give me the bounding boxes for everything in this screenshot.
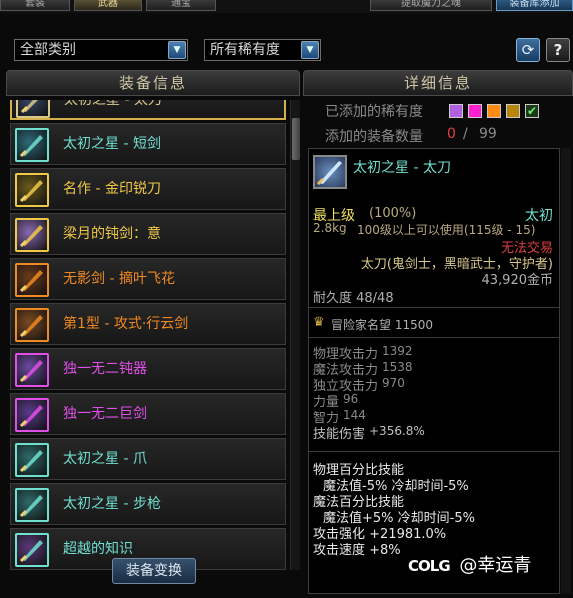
item-grade-percent: (100%) bbox=[369, 206, 417, 221]
checkmark-icon[interactable]: ✔ bbox=[525, 104, 539, 118]
divider bbox=[309, 307, 559, 308]
tab-1[interactable]: 武器 bbox=[74, 0, 142, 11]
rarity-summary: 已添加的稀有度 ✔ 添加的装备数量 0 / 99 bbox=[303, 98, 573, 146]
rarity-swatch[interactable] bbox=[468, 104, 482, 118]
divider bbox=[309, 451, 559, 452]
category-dropdown[interactable]: 全部类别 ▼ bbox=[14, 39, 188, 61]
equipment-list-item[interactable]: 名作 - 金印锐刀 bbox=[10, 168, 286, 210]
equipment-list-item[interactable]: 太初之星 - 太刀 bbox=[10, 100, 286, 120]
item-level-requirement: 100级以上可以使用(115级 - 15) bbox=[357, 223, 536, 237]
equipment-name: 太初之星 - 爪 bbox=[63, 451, 147, 467]
equipment-info-header: 装备信息 bbox=[6, 70, 300, 96]
medal-icon: ♛ bbox=[313, 315, 325, 330]
added-count-separator: / bbox=[463, 126, 468, 142]
tab-3[interactable]: 提取魔力之魂 bbox=[370, 0, 492, 11]
rarity-dropdown-value: 所有稀有度 bbox=[210, 42, 280, 58]
item-durability: 耐久度 48/48 bbox=[313, 291, 394, 306]
shadow-sword-icon bbox=[15, 263, 49, 297]
help-button[interactable]: ? bbox=[546, 38, 570, 62]
tab-2[interactable]: 通宝 bbox=[146, 0, 216, 11]
blunt-sword-icon bbox=[15, 218, 49, 252]
refresh-button[interactable]: ⟳ bbox=[516, 38, 540, 62]
item-fame: 冒险家名望 11500 bbox=[331, 318, 433, 332]
item-name: 太初之星 - 太刀 bbox=[353, 160, 451, 176]
golden-blade-icon bbox=[15, 173, 49, 207]
equipment-list-item[interactable]: 第1型 - 攻式·行云剑 bbox=[10, 303, 286, 345]
katana-icon bbox=[16, 100, 50, 118]
skill-bonus-line: 攻击速度 +8% bbox=[313, 543, 401, 558]
equipment-list-item[interactable]: 太初之星 - 步枪 bbox=[10, 483, 286, 525]
colg-logo: COLG bbox=[408, 557, 451, 575]
watermark: COLG @幸运青 bbox=[408, 552, 568, 580]
stat-value: 1538 bbox=[382, 360, 413, 374]
equipment-name: 太初之星 - 步枪 bbox=[63, 496, 161, 512]
equipment-info-panel: 装备信息 太初之星 - 太刀太初之星 - 短剑 名作 - 金印锐刀 梁月的钝剑：意无… bbox=[6, 70, 300, 598]
equipment-name: 无影剑 - 摘叶飞花 bbox=[63, 271, 175, 287]
stat-value: 96 bbox=[343, 392, 359, 406]
knowledge-icon bbox=[15, 533, 49, 567]
equipment-list-item[interactable]: 太初之星 - 短剑 bbox=[10, 123, 286, 165]
added-count-value: 0 bbox=[447, 126, 456, 142]
stat-value: +356.8% bbox=[369, 424, 425, 438]
divider bbox=[309, 337, 559, 338]
equipment-name: 太初之星 - 太刀 bbox=[64, 100, 162, 108]
cloud-sword-icon bbox=[15, 308, 49, 342]
chevron-down-icon[interactable]: ▼ bbox=[168, 41, 186, 59]
stat-value: 1392 bbox=[382, 344, 413, 358]
katana-icon bbox=[313, 155, 347, 189]
equipment-name: 梁月的钝剑：意 bbox=[63, 226, 161, 242]
added-count-max: 99 bbox=[479, 126, 497, 142]
category-dropdown-value: 全部类别 bbox=[20, 42, 76, 58]
detail-info-panel: 详细信息 已添加的稀有度 ✔ 添加的装备数量 0 / 99 太初之星 - 太刀 … bbox=[303, 70, 573, 598]
item-weight: 2.8kg bbox=[313, 221, 347, 235]
equipment-list-scrollbar[interactable] bbox=[290, 100, 300, 570]
scrollbar-thumb[interactable] bbox=[292, 118, 300, 160]
equipment-list-item[interactable]: 太初之星 - 爪 bbox=[10, 438, 286, 480]
equipment-name: 独一无二巨剑 bbox=[63, 406, 147, 422]
equipment-list-item[interactable]: 无影剑 - 摘叶飞花 bbox=[10, 258, 286, 300]
top-tab-bar: 套装 武器 通宝 提取魔力之魂 装备库添加 bbox=[0, 0, 573, 13]
rarity-swatch[interactable] bbox=[506, 104, 520, 118]
rarity-swatch[interactable] bbox=[487, 104, 501, 118]
tab-4[interactable]: 装备库添加 bbox=[496, 0, 573, 11]
equipment-list-item[interactable]: 独一无二巨剑 bbox=[10, 393, 286, 435]
equipment-name: 第1型 - 攻式·行云剑 bbox=[63, 316, 189, 332]
equipment-list-item[interactable]: 梁月的钝剑：意 bbox=[10, 213, 286, 255]
added-count-label: 添加的装备数量 bbox=[325, 129, 423, 145]
rarity-swatch[interactable] bbox=[449, 104, 463, 118]
watermark-text: @幸运青 bbox=[459, 555, 532, 576]
tab-0[interactable]: 套装 bbox=[0, 0, 70, 11]
item-detail-tooltip: 太初之星 - 太刀 最上级 (100%) 太初 2.8kg 100级以上可以使用… bbox=[308, 148, 560, 594]
stat-value: 970 bbox=[382, 376, 405, 390]
stat-value: 144 bbox=[343, 408, 366, 422]
filter-bar: 全部类别 ▼ 所有稀有度 ▼ ⟳ ? bbox=[0, 30, 573, 64]
added-rarity-label: 已添加的稀有度 bbox=[325, 104, 423, 120]
equipment-list-item[interactable]: 独一无二钝器 bbox=[10, 348, 286, 390]
stat-label: 技能伤害 bbox=[313, 427, 366, 442]
short-sword-icon bbox=[15, 128, 49, 162]
equipment-name: 太初之星 - 短剑 bbox=[63, 136, 161, 152]
refresh-icon: ⟳ bbox=[521, 41, 535, 59]
detail-info-header: 详细信息 bbox=[303, 70, 573, 96]
equipment-name: 名作 - 金印锐刀 bbox=[63, 181, 161, 197]
item-price: 43,920金币 bbox=[481, 273, 554, 288]
rifle-icon bbox=[15, 488, 49, 522]
chevron-down-icon[interactable]: ▼ bbox=[301, 41, 319, 59]
equipment-swap-button[interactable]: 装备变换 bbox=[112, 558, 196, 584]
rarity-dropdown[interactable]: 所有稀有度 ▼ bbox=[204, 39, 321, 61]
equipment-name: 独一无二钝器 bbox=[63, 361, 147, 377]
claw-icon bbox=[15, 443, 49, 477]
detail-scrollbar[interactable] bbox=[561, 148, 571, 594]
question-mark-icon: ? bbox=[553, 41, 563, 59]
blunt-weapon-icon bbox=[15, 353, 49, 387]
greatsword-icon bbox=[15, 398, 49, 432]
equipment-list: 太初之星 - 太刀太初之星 - 短剑 名作 - 金印锐刀 梁月的钝剑：意 无影剑 - … bbox=[10, 100, 286, 578]
